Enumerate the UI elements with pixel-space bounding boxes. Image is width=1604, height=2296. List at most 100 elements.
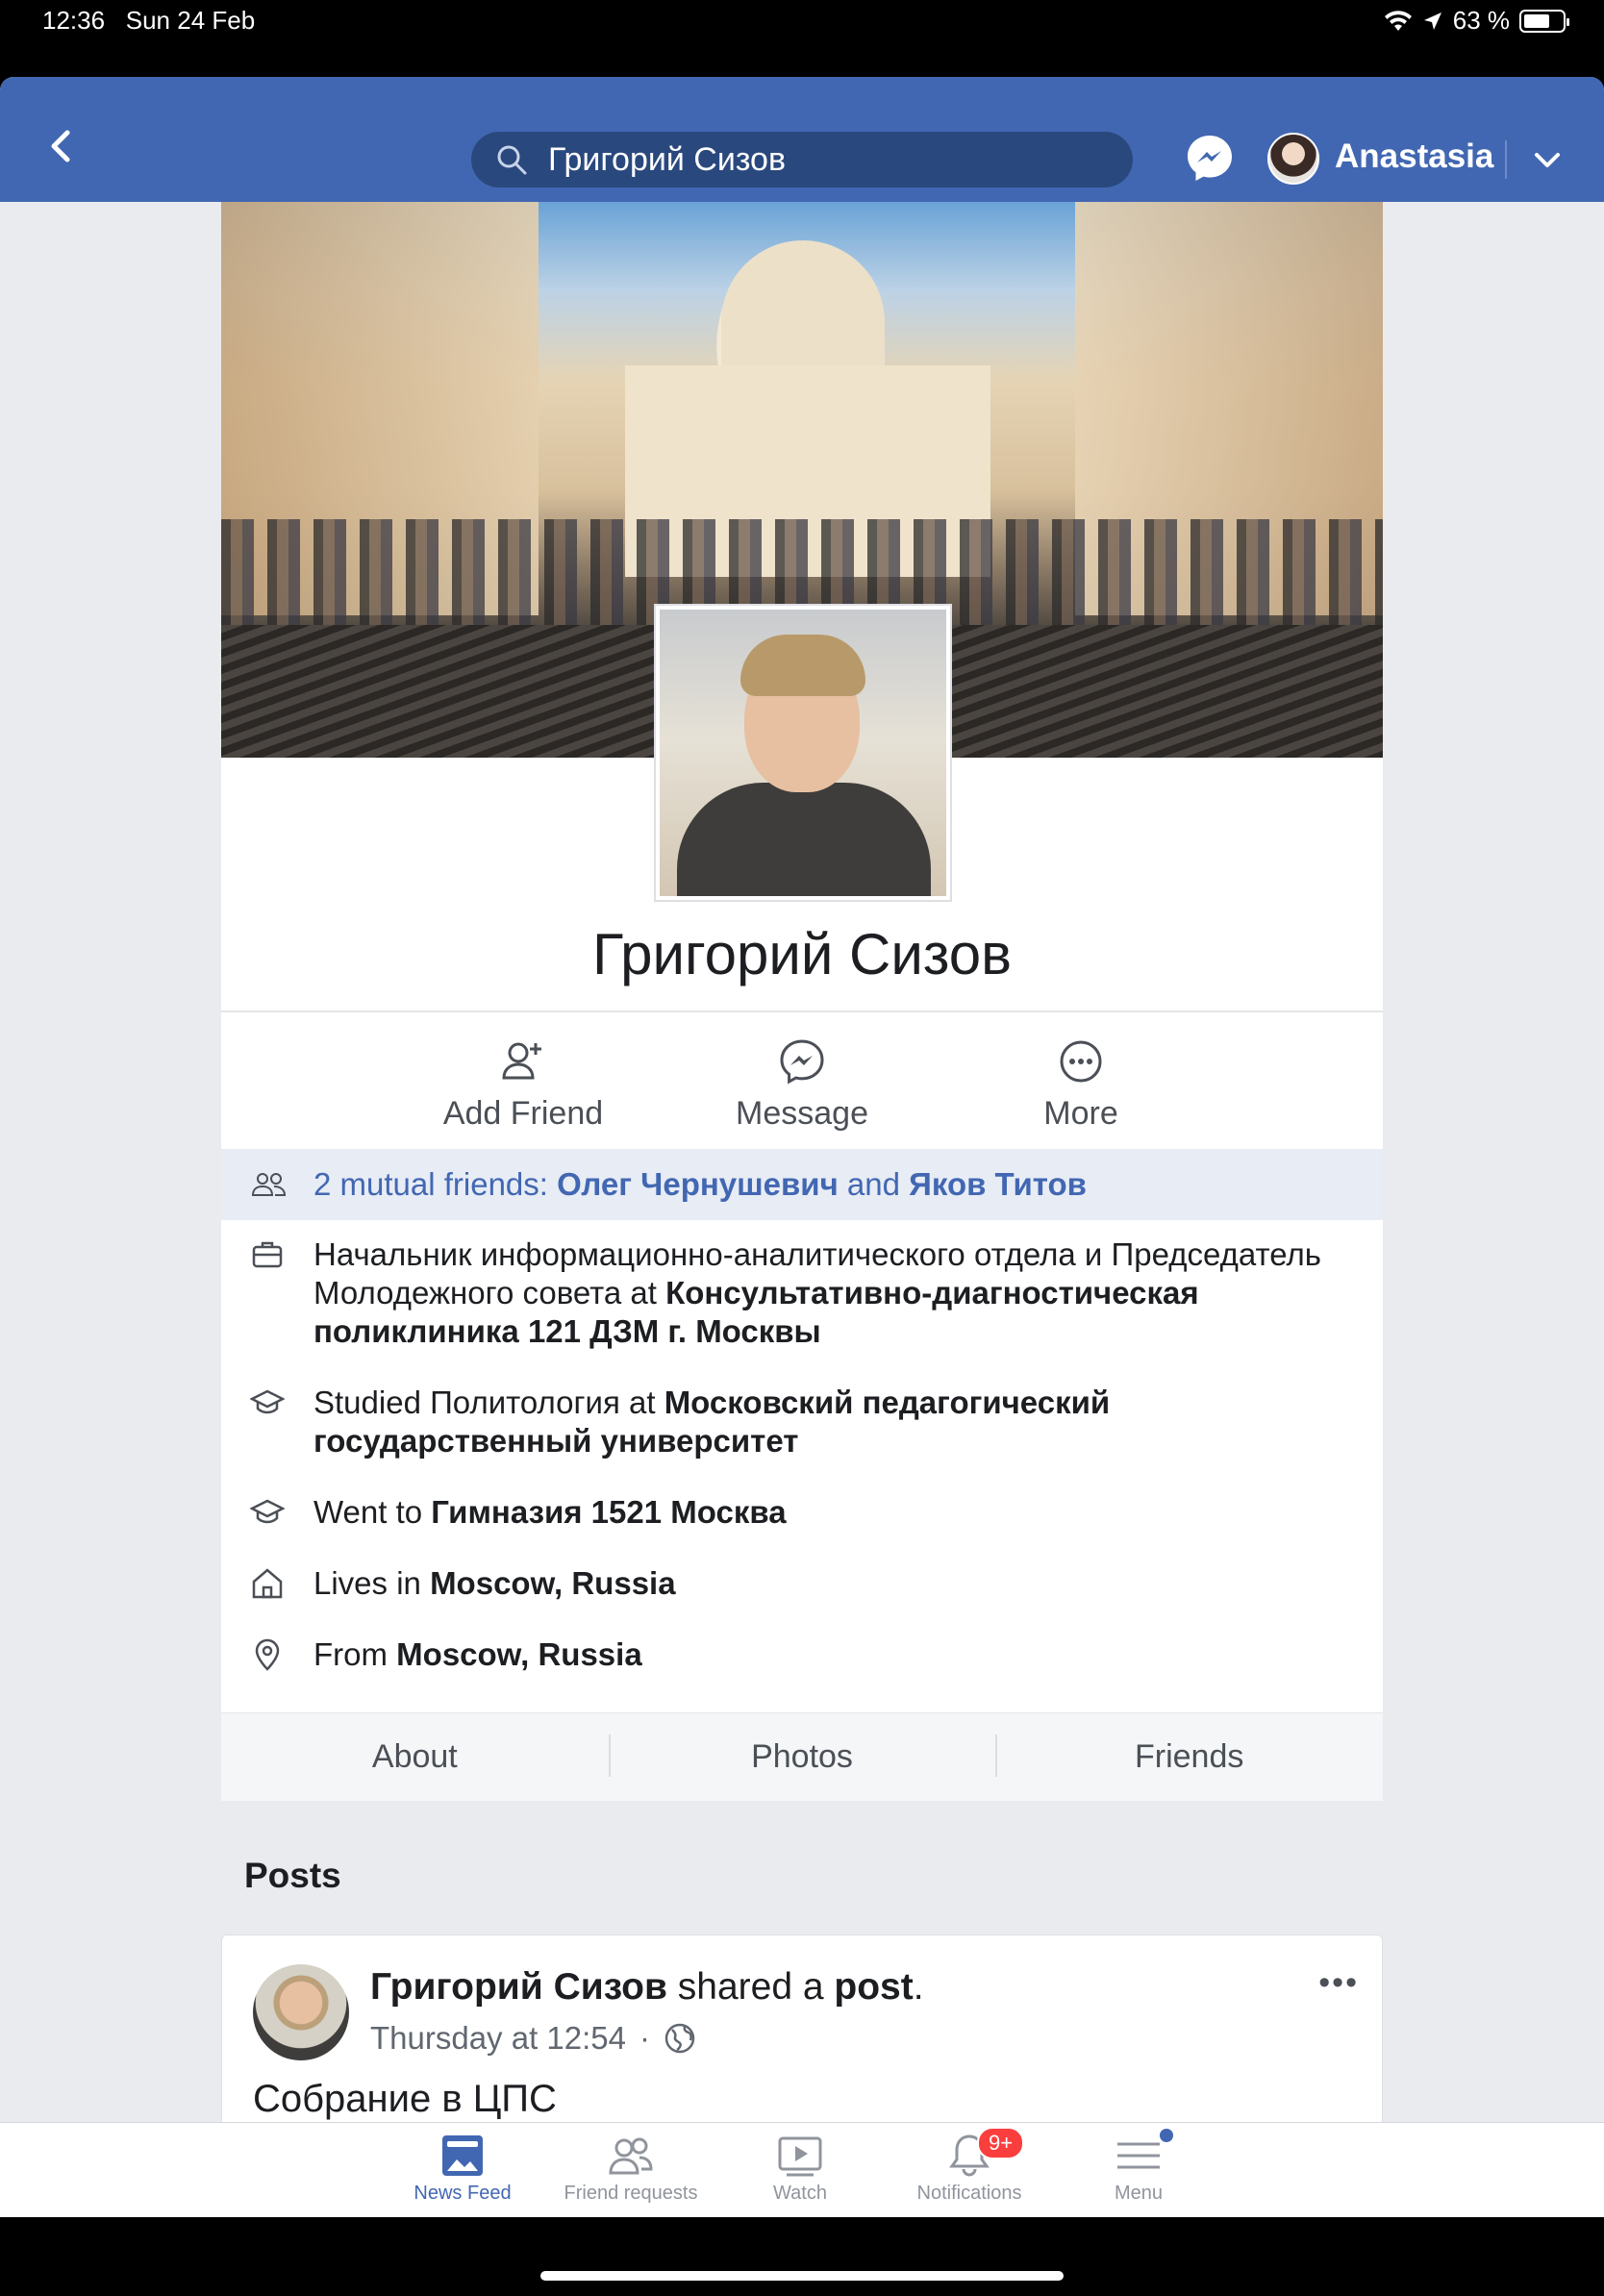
post-meta-bullet: ·	[639, 2020, 650, 2056]
status-bar: 12:36 Sun 24 Feb 63 %	[0, 0, 1604, 77]
message-label: Message	[736, 1095, 868, 1132]
lives-text: Lives in Moscow, Russia	[313, 1564, 1344, 1603]
went-text: Went to Гимназия 1521 Москва	[313, 1493, 1344, 1532]
profile-photo	[660, 610, 946, 896]
location-arrow-icon	[1423, 12, 1441, 30]
bottom-tab-bar: News Feed Friend requests Watch Notifica…	[0, 2122, 1604, 2217]
lives-row: Lives in Moscow, Russia	[221, 1564, 1383, 1603]
from-place[interactable]: Moscow, Russia	[396, 1636, 642, 1672]
more-label: More	[1043, 1095, 1118, 1132]
tab-friends[interactable]: Friends	[995, 1734, 1383, 1777]
mutual-friend-2[interactable]: Яков Титов	[909, 1166, 1087, 1202]
graduation-cap-icon	[250, 1389, 285, 1414]
lives-prefix: Lives in	[313, 1565, 431, 1601]
tab-menu-label: Menu	[1114, 2183, 1164, 2204]
add-friend-icon	[502, 1042, 541, 1080]
tab-news-feed[interactable]: News Feed	[378, 2133, 547, 2205]
nav-divider	[1505, 140, 1507, 179]
profile-actions: Add Friend Message More	[221, 1012, 1383, 1149]
back-arrow-icon[interactable]	[38, 123, 85, 169]
battery-percent: 63 %	[1452, 6, 1510, 35]
mutual-prefix: 2 mutual friends:	[313, 1166, 558, 1202]
lives-place[interactable]: Moscow, Russia	[430, 1565, 676, 1601]
search-icon	[497, 145, 527, 175]
messenger-outline-icon	[780, 1039, 824, 1085]
globe-icon	[664, 2023, 695, 2054]
posts-heading: Posts	[244, 1856, 341, 1895]
tab-friend-requests[interactable]: Friend requests	[546, 2133, 715, 2205]
post-meta: Thursday at 12:54 ·	[370, 2020, 696, 2057]
user-avatar[interactable]	[1267, 133, 1319, 185]
briefcase-icon	[252, 1241, 283, 1268]
studied-prefix: Studied Политология at	[313, 1385, 664, 1420]
post-action-text: shared a	[666, 1966, 835, 2008]
chevron-down-icon[interactable]	[1531, 144, 1564, 177]
status-date: Sun 24 Feb	[125, 6, 256, 35]
search-value: Григорий Сизов	[548, 140, 787, 178]
location-pin-icon	[255, 1638, 280, 1671]
from-row: From Moscow, Russia	[221, 1635, 1383, 1674]
tab-watch-label: Watch	[773, 2183, 827, 2204]
battery-icon	[1519, 9, 1569, 33]
from-prefix: From	[313, 1636, 397, 1672]
menu-indicator-dot	[1160, 2129, 1173, 2142]
from-text: From Moscow, Russia	[313, 1635, 1344, 1674]
user-name[interactable]: Anastasia	[1335, 137, 1493, 176]
post-options-icon[interactable]: •••	[1318, 1964, 1359, 2002]
status-time-date: 12:36 Sun 24 Feb	[42, 6, 255, 36]
mutual-friends-row[interactable]: 2 mutual friends: Олег Чернушевич and Як…	[221, 1149, 1383, 1220]
went-school[interactable]: Гимназия 1521 Москва	[431, 1494, 786, 1530]
photo-hair	[740, 635, 865, 696]
watch-icon	[778, 2136, 822, 2177]
post-author-avatar[interactable]	[253, 1964, 349, 2060]
friends-icon	[251, 1173, 287, 1196]
app-screen: Григорий Сизов Anastasia Григорий Сизов	[0, 77, 1604, 2217]
profile-info: Начальник информационно-аналитического о…	[221, 1220, 1383, 1712]
tab-menu[interactable]: Menu	[1054, 2129, 1223, 2205]
studied-text: Studied Политология at Московский педаго…	[313, 1384, 1344, 1460]
profile-card: Григорий Сизов Add Friend Message More 2…	[221, 202, 1383, 1801]
work-row: Начальник информационно-аналитического о…	[221, 1235, 1383, 1351]
menu-icon	[1117, 2142, 1160, 2169]
add-friend-button[interactable]: Add Friend	[384, 1036, 663, 1149]
profile-picture[interactable]	[654, 604, 952, 902]
tab-watch[interactable]: Watch	[715, 2133, 885, 2205]
mutual-friend-1[interactable]: Олег Чернушевич	[557, 1166, 839, 1202]
wifi-icon	[1384, 10, 1412, 31]
tab-about[interactable]: About	[221, 1738, 609, 1776]
post-text: Собрание в ЦПС	[253, 2078, 557, 2120]
tab-photos[interactable]: Photos	[608, 1734, 996, 1777]
friend-requests-icon	[609, 2137, 653, 2175]
post-author[interactable]: Григорий Сизов	[370, 1966, 667, 2008]
graduation-cap-icon	[250, 1499, 285, 1524]
more-button[interactable]: More	[941, 1036, 1220, 1149]
top-navbar: Григорий Сизов Anastasia	[0, 77, 1604, 202]
post-object-link[interactable]: post	[834, 1966, 913, 2008]
news-feed-icon	[442, 2135, 483, 2176]
tab-news-feed-label: News Feed	[414, 2183, 512, 2204]
went-row: Went to Гимназия 1521 Москва	[221, 1493, 1383, 1532]
home-icon	[252, 1568, 283, 1599]
post-title: Григорий Сизов shared a post.	[370, 1966, 924, 2009]
tab-notifications[interactable]: Notifications 9+	[885, 2127, 1054, 2205]
work-text: Начальник информационно-аналитического о…	[313, 1235, 1344, 1351]
post-time[interactable]: Thursday at 12:54	[370, 2020, 626, 2057]
more-icon	[1060, 1040, 1102, 1083]
status-indicators: 63 %	[1384, 6, 1569, 36]
message-button[interactable]: Message	[663, 1036, 941, 1149]
mutual-conj: and	[838, 1166, 910, 1202]
mutual-friends-text: 2 mutual friends: Олег Чернушевич and Як…	[313, 1166, 1087, 1203]
profile-tabs: About Photos Friends	[221, 1712, 1383, 1801]
status-time: 12:36	[42, 6, 106, 35]
studied-row: Studied Политология at Московский педаго…	[221, 1384, 1383, 1460]
tab-friend-requests-label: Friend requests	[564, 2183, 698, 2204]
messenger-icon[interactable]	[1185, 133, 1235, 183]
search-bar[interactable]: Григорий Сизов	[471, 132, 1133, 187]
tab-notifications-label: Notifications	[916, 2183, 1022, 2204]
notifications-badge: 9+	[977, 2127, 1025, 2159]
add-friend-label: Add Friend	[442, 1095, 604, 1132]
home-indicator[interactable]	[540, 2271, 1064, 2281]
photo-jacket	[677, 783, 931, 896]
cover-dome	[721, 240, 885, 375]
post-title-period: .	[913, 1966, 924, 2008]
